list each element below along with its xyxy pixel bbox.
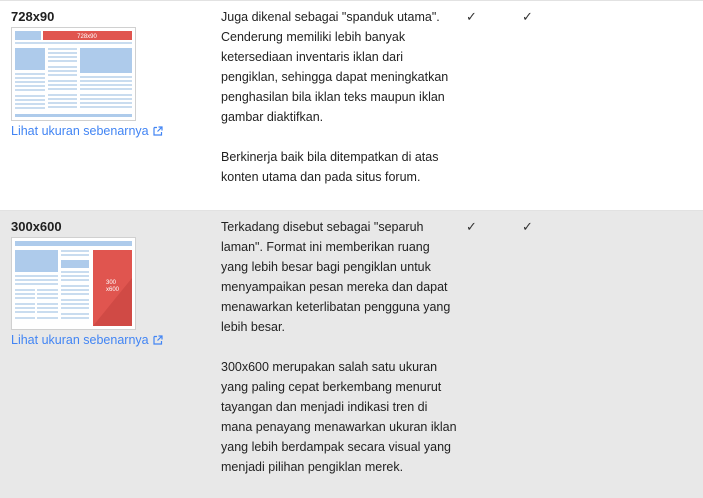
thumb-ad-label: x600 xyxy=(106,287,120,293)
open-in-new-icon xyxy=(153,125,163,136)
description-paragraph: Terkadang disebut sebagai "separuh laman… xyxy=(221,220,451,334)
ad-size-thumbnail: 300 x600 xyxy=(11,237,136,330)
description-paragraph: Juga dikenal sebagai "spanduk utama". Ce… xyxy=(221,10,449,124)
checkmark-icon: ✓ xyxy=(466,9,477,24)
ad-size-description: Terkadang disebut sebagai "separuh laman… xyxy=(221,217,457,497)
view-actual-size-link-label: Lihat ukuran sebenarnya xyxy=(11,333,149,347)
ad-size-label: 300x600 xyxy=(11,219,62,234)
open-in-new-icon xyxy=(153,334,163,345)
ad-size-label: 728x90 xyxy=(11,9,55,24)
table-row: 728x90 728x90 Lihat ukuran sebenarnya Ju… xyxy=(0,0,703,210)
ad-size-description: Juga dikenal sebagai "spanduk utama". Ce… xyxy=(221,7,457,207)
view-actual-size-link[interactable]: Lihat ukuran sebenarnya xyxy=(11,333,163,347)
view-actual-size-link-label: Lihat ukuran sebenarnya xyxy=(11,124,149,138)
checkmark-icon: ✓ xyxy=(522,9,533,24)
checkmark-icon: ✓ xyxy=(522,219,533,234)
checkmark-icon: ✓ xyxy=(466,219,477,234)
table-row: 300x600 300 x600 Lihat ukuran sebenarnya… xyxy=(0,210,703,498)
ad-size-thumbnail: 728x90 xyxy=(11,27,136,121)
description-paragraph: Berkinerja baik bila ditempatkan di atas… xyxy=(221,150,439,184)
ad-sizes-table: 728x90 728x90 Lihat ukuran sebenarnya Ju… xyxy=(0,0,703,498)
description-paragraph: 300x600 merupakan salah satu ukuran yang… xyxy=(221,360,457,474)
thumb-ad-label: 300 xyxy=(106,280,117,286)
thumb-ad-label: 728x90 xyxy=(77,34,97,40)
view-actual-size-link[interactable]: Lihat ukuran sebenarnya xyxy=(11,124,163,138)
